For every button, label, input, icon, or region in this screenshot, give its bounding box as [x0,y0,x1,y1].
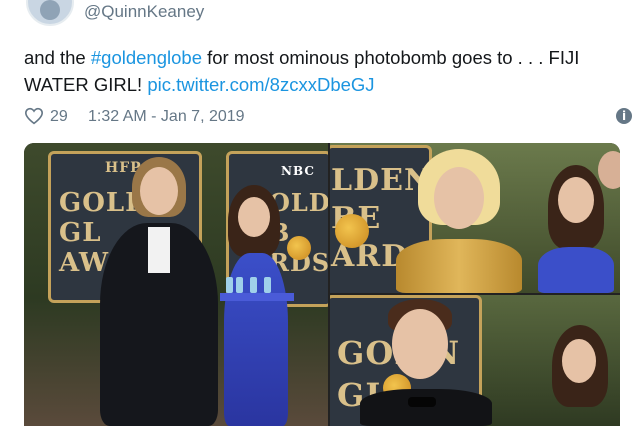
user-handle[interactable]: @QuinnKeaney [84,2,204,22]
heart-icon[interactable] [24,107,44,125]
gold-dress [396,239,522,293]
blue-dress [538,247,614,293]
water-girl-face [558,177,594,223]
photo-top-right[interactable]: LDEN BE ARD [330,143,620,293]
globe-logo-3 [335,214,369,248]
water-bottle [250,277,257,293]
water-girl-face [238,197,270,237]
bystander-face [598,151,620,189]
face [434,167,484,229]
water-girl-face [562,339,596,383]
hashtag-link[interactable]: #goldenglobe [91,47,202,68]
photo-bottom-right[interactable]: GOL N GL [330,295,620,426]
tweet-header: @QuinnKeaney [0,0,640,28]
tweet-meta: 29 1:32 AM - Jan 7, 2019 i [24,106,634,128]
globe-logo-2 [287,236,311,260]
photo-left[interactable]: HFPA GOLD GL AW NBC OLDE B RDS [24,143,328,426]
bow-tie [408,397,436,407]
face [392,309,448,379]
tweet-text: and the #goldenglobe for most ominous ph… [24,44,624,98]
info-icon[interactable]: i [616,108,632,124]
nbc-logo-text: NBC [281,164,315,178]
face [140,167,178,215]
tweet-text-start: and the [24,47,91,68]
timestamp-link[interactable]: 1:32 AM - Jan 7, 2019 [88,108,245,126]
avatar[interactable] [26,0,74,26]
like-count: 29 [50,108,68,125]
pic-link[interactable]: pic.twitter.com/8zcxxDbeGJ [147,74,374,95]
shirt [148,227,170,273]
media-grid[interactable]: HFPA GOLD GL AW NBC OLDE B RDS LDEN BE A… [24,143,620,426]
water-bottle [236,277,243,293]
tuxedo [360,389,492,426]
water-bottle [226,277,233,293]
tray [220,293,294,301]
water-bottle [264,277,271,293]
